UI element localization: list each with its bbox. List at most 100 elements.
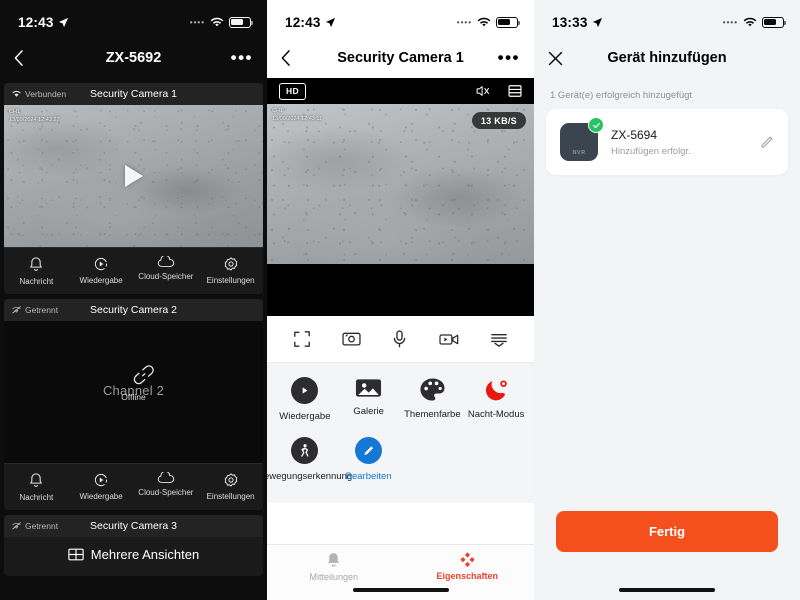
result-subtitle: 1 Gerät(e) erfolgreich hinzugefügt: [550, 90, 693, 101]
signal-dots-icon: ••••: [189, 17, 205, 27]
wifi-icon: [743, 17, 757, 28]
back-button[interactable]: [14, 50, 23, 66]
phone-screen-device-list: 12:43 •••• ZX-5692 ••• Verbunden Securit…: [0, 0, 267, 600]
osd-channel: CH1: [9, 109, 21, 115]
page-title: ZX-5692: [105, 50, 162, 66]
cloud-icon: [157, 256, 175, 268]
tool-wiedergabe[interactable]: Wiedergabe: [69, 256, 134, 286]
more-options-button[interactable]: •••: [231, 48, 253, 68]
connected-icon: [12, 90, 21, 98]
done-button[interactable]: Fertig: [556, 511, 778, 552]
feature-grid-row-1: Wiedergabe Galerie Themenfarbe Nacht-Mod…: [267, 377, 534, 437]
nav-bar: Security Camera 1 •••: [267, 38, 534, 78]
camera-status-label: Getrennt: [25, 521, 59, 531]
tool-label: Einstellungen: [206, 492, 255, 501]
diamond-cluster-icon: [459, 551, 476, 568]
location-arrow-icon: [325, 17, 336, 28]
status-bar-right: ••••: [722, 16, 787, 28]
added-device-card[interactable]: NVR ZX-5694 Hinzufügen erfolgr.: [546, 109, 788, 175]
offline-message: Channel 2 Offline: [103, 364, 164, 402]
camera-tool-row: Nachricht Wiedergabe Cloud-Speicher Eins…: [4, 247, 263, 294]
more-options-icon[interactable]: [490, 332, 508, 347]
camera-card-header: Getrennt Security Camera 3: [4, 515, 263, 537]
device-name: ZX-5694: [611, 127, 658, 142]
status-bar: 13:33 ••••: [534, 0, 800, 38]
tab-mitteilungen[interactable]: Mitteilungen: [267, 551, 401, 582]
feature-bewegungserkennung[interactable]: Bewegungserkennung: [267, 436, 352, 483]
camera-card-3[interactable]: Getrennt Security Camera 3 Mehrere Ansic…: [4, 515, 263, 576]
status-bar: 12:43 ••••: [0, 0, 267, 38]
camera-offline-preview[interactable]: Channel 2 Offline: [4, 321, 263, 463]
battery-icon: [229, 16, 254, 28]
playback-icon: [93, 472, 109, 488]
camera-card-1[interactable]: Verbunden Security Camera 1 CH1 13/09/20…: [4, 83, 263, 294]
live-video-view[interactable]: CH1 13/09/2024 12:43:11 13 KB/S: [267, 104, 534, 264]
nav-bar: ZX-5692 •••: [0, 38, 267, 78]
camera-status-label: Verbunden: [25, 89, 67, 99]
page-title: Security Camera 1: [337, 50, 464, 66]
stream-list-icon[interactable]: [508, 84, 522, 98]
motion-detection-icon: [291, 436, 319, 464]
microphone-icon[interactable]: [392, 330, 407, 348]
device-info: ZX-5694 Hinzufügen erfolgr.: [611, 128, 691, 157]
feature-galerie[interactable]: Galerie: [337, 377, 401, 423]
more-options-button[interactable]: •••: [498, 48, 520, 68]
nav-bar: Gerät hinzufügen: [534, 38, 800, 78]
tool-cloud-speicher[interactable]: Cloud-Speicher: [134, 256, 199, 286]
camera-connection-status: Getrennt: [12, 305, 58, 315]
status-bar-left: 13:33: [552, 15, 603, 30]
record-video-icon[interactable]: [439, 332, 459, 347]
signal-dots-icon: ••••: [722, 17, 738, 27]
phone-screen-camera-detail: 12:43 •••• Security Camera 1 ••• HD CH1 …: [267, 0, 534, 600]
camera-card-header: Getrennt Security Camera 2: [4, 299, 263, 321]
nvr-device-icon: NVR: [560, 117, 604, 161]
feature-grid-row-2: Bewegungserkennung Bearbeiten: [267, 436, 534, 497]
snapshot-icon[interactable]: [342, 331, 361, 347]
video-osd-overlay: CH1 13/09/2024 12:43:27: [9, 109, 59, 125]
phone-screen-add-device: 13:33 •••• Gerät hinzufügen 1 Gerät(e) e…: [534, 0, 800, 600]
tab-eigenschaften[interactable]: Eigenschaften: [401, 551, 535, 581]
feature-wiedergabe[interactable]: Wiedergabe: [273, 377, 337, 423]
playback-circle-icon: [291, 377, 319, 404]
feature-empty-2: [464, 437, 528, 483]
three-phone-screenshots: 12:43 •••• ZX-5692 ••• Verbunden Securit…: [0, 0, 800, 600]
camera-tool-row: Nachricht Wiedergabe Cloud-Speicher Eins…: [4, 463, 263, 510]
tool-cloud-speicher[interactable]: Cloud-Speicher: [134, 472, 199, 502]
feature-label: Galerie: [353, 406, 384, 417]
status-time: 12:43: [18, 14, 54, 30]
quality-badge[interactable]: HD: [279, 82, 307, 100]
feature-themenfarbe[interactable]: Themenfarbe: [401, 377, 465, 423]
home-indicator: [352, 587, 449, 592]
status-bar-right: ••••: [189, 16, 254, 28]
multiple-views-button[interactable]: Mehrere Ansichten: [4, 537, 263, 576]
status-bar: 12:43 ••••: [267, 0, 534, 38]
feature-label: Themenfarbe: [404, 409, 461, 420]
nvr-device-icon-label: NVR: [572, 150, 586, 156]
battery-icon: [762, 16, 787, 28]
fullscreen-icon[interactable]: [293, 330, 311, 348]
play-triangle-icon[interactable]: [124, 165, 143, 187]
speaker-muted-icon[interactable]: [475, 84, 490, 98]
video-letterbox: [267, 264, 534, 316]
camera-video-preview[interactable]: CH1 13/09/2024 12:43:27: [4, 105, 263, 247]
tool-einstellungen[interactable]: Einstellungen: [198, 472, 263, 502]
grid-icon: [68, 548, 84, 561]
cloud-icon: [157, 472, 175, 484]
feature-nacht-modus[interactable]: Nacht-Modus: [464, 377, 528, 423]
tool-nachricht[interactable]: Nachricht: [4, 472, 69, 502]
camera-connection-status: Verbunden: [12, 89, 66, 99]
signal-dots-icon: ••••: [456, 17, 472, 27]
night-mode-icon: [483, 377, 510, 402]
feature-bearbeiten[interactable]: Bearbeiten: [337, 436, 401, 483]
bitrate-badge: 13 KB/S: [471, 112, 526, 129]
gallery-icon: [355, 377, 382, 399]
tool-wiedergabe[interactable]: Wiedergabe: [69, 472, 134, 502]
pencil-icon[interactable]: [759, 135, 774, 150]
back-button[interactable]: [281, 50, 290, 66]
tool-einstellungen[interactable]: Einstellungen: [198, 256, 263, 286]
tool-label: Wiedergabe: [79, 276, 123, 285]
camera-card-2[interactable]: Getrennt Security Camera 2 Channel 2 Off…: [4, 299, 263, 510]
tool-nachricht[interactable]: Nachricht: [4, 256, 69, 286]
close-button[interactable]: [548, 51, 563, 66]
video-overlay-icons: [475, 84, 522, 98]
